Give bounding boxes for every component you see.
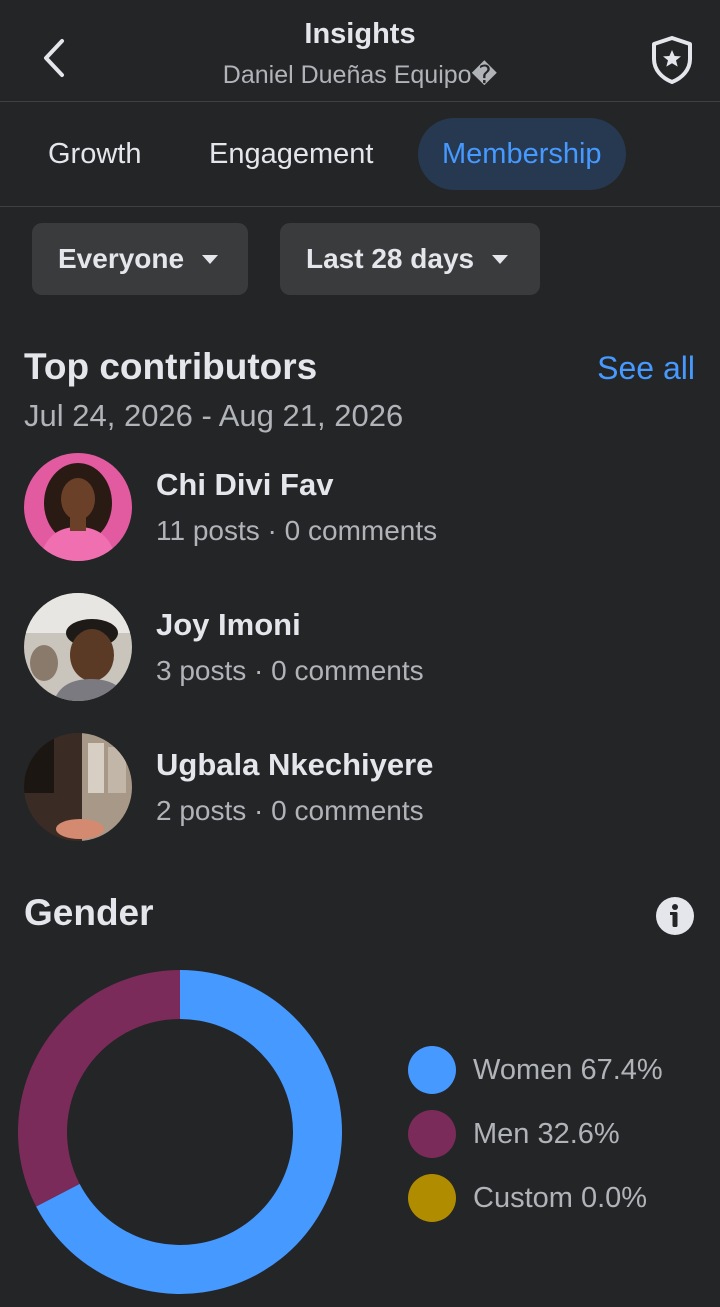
tab-engagement[interactable]: Engagement (209, 118, 373, 190)
legend-item-custom: Custom 0.0% (408, 1174, 647, 1222)
tab-growth[interactable]: Growth (48, 118, 141, 190)
audience-filter-label: Everyone (58, 243, 185, 274)
legend-label: Custom 0.0% (473, 1181, 648, 1214)
legend-label: Women 67.4% (473, 1053, 663, 1086)
gender-donut-chart (18, 970, 342, 1294)
page-title: Insights (304, 18, 416, 50)
info-icon (656, 897, 694, 935)
caret-down-icon (202, 254, 219, 264)
donut-slice-men (18, 970, 180, 1207)
tab-membership[interactable]: Membership (418, 118, 626, 190)
contributor-name[interactable]: Chi Divi Fav (156, 467, 333, 503)
legend-swatch (408, 1110, 456, 1158)
contributor-stats: 2 posts · 0 comments (156, 795, 424, 826)
legend-label: Men 32.6% (473, 1117, 620, 1150)
contributor-row[interactable]: Joy Imoni 3 posts · 0 comments (24, 593, 704, 703)
admin-tools-button[interactable] (646, 34, 698, 86)
legend-swatch (408, 1046, 456, 1094)
gender-title: Gender (24, 892, 154, 933)
group-name: Daniel Dueñas Equipo� (222, 61, 498, 89)
avatar[interactable] (24, 453, 132, 561)
info-button[interactable] (656, 897, 694, 935)
contributor-stats: 3 posts · 0 comments (156, 655, 424, 686)
legend-swatch (408, 1174, 456, 1222)
contributor-row[interactable]: Ugbala Nkechiyere 2 posts · 0 comments (24, 733, 704, 843)
contributor-row[interactable]: Chi Divi Fav 11 posts · 0 comments (24, 453, 704, 563)
contributor-name[interactable]: Joy Imoni (156, 607, 301, 643)
shield-star-icon (652, 36, 692, 84)
contributor-stats: 11 posts · 0 comments (156, 515, 438, 546)
date-range: Jul 24, 2026 - Aug 21, 2026 (24, 398, 404, 433)
avatar[interactable] (24, 593, 132, 701)
top-contributors-title: Top contributors (24, 346, 318, 387)
caret-down-icon (492, 254, 509, 264)
insights-tabs: Growth Engagement Membership (0, 102, 720, 207)
see-all-link[interactable]: See all (597, 350, 695, 387)
contributor-name[interactable]: Ugbala Nkechiyere (156, 747, 433, 783)
app-header: Insights Daniel Dueñas Equipo� (0, 0, 720, 102)
audience-filter-dropdown[interactable]: Everyone (32, 223, 248, 295)
period-filter-dropdown[interactable]: Last 28 days (280, 223, 540, 295)
avatar[interactable] (24, 733, 132, 841)
legend-item-women: Women 67.4% (408, 1046, 663, 1094)
legend-item-men: Men 32.6% (408, 1110, 620, 1158)
period-filter-label: Last 28 days (306, 243, 475, 274)
